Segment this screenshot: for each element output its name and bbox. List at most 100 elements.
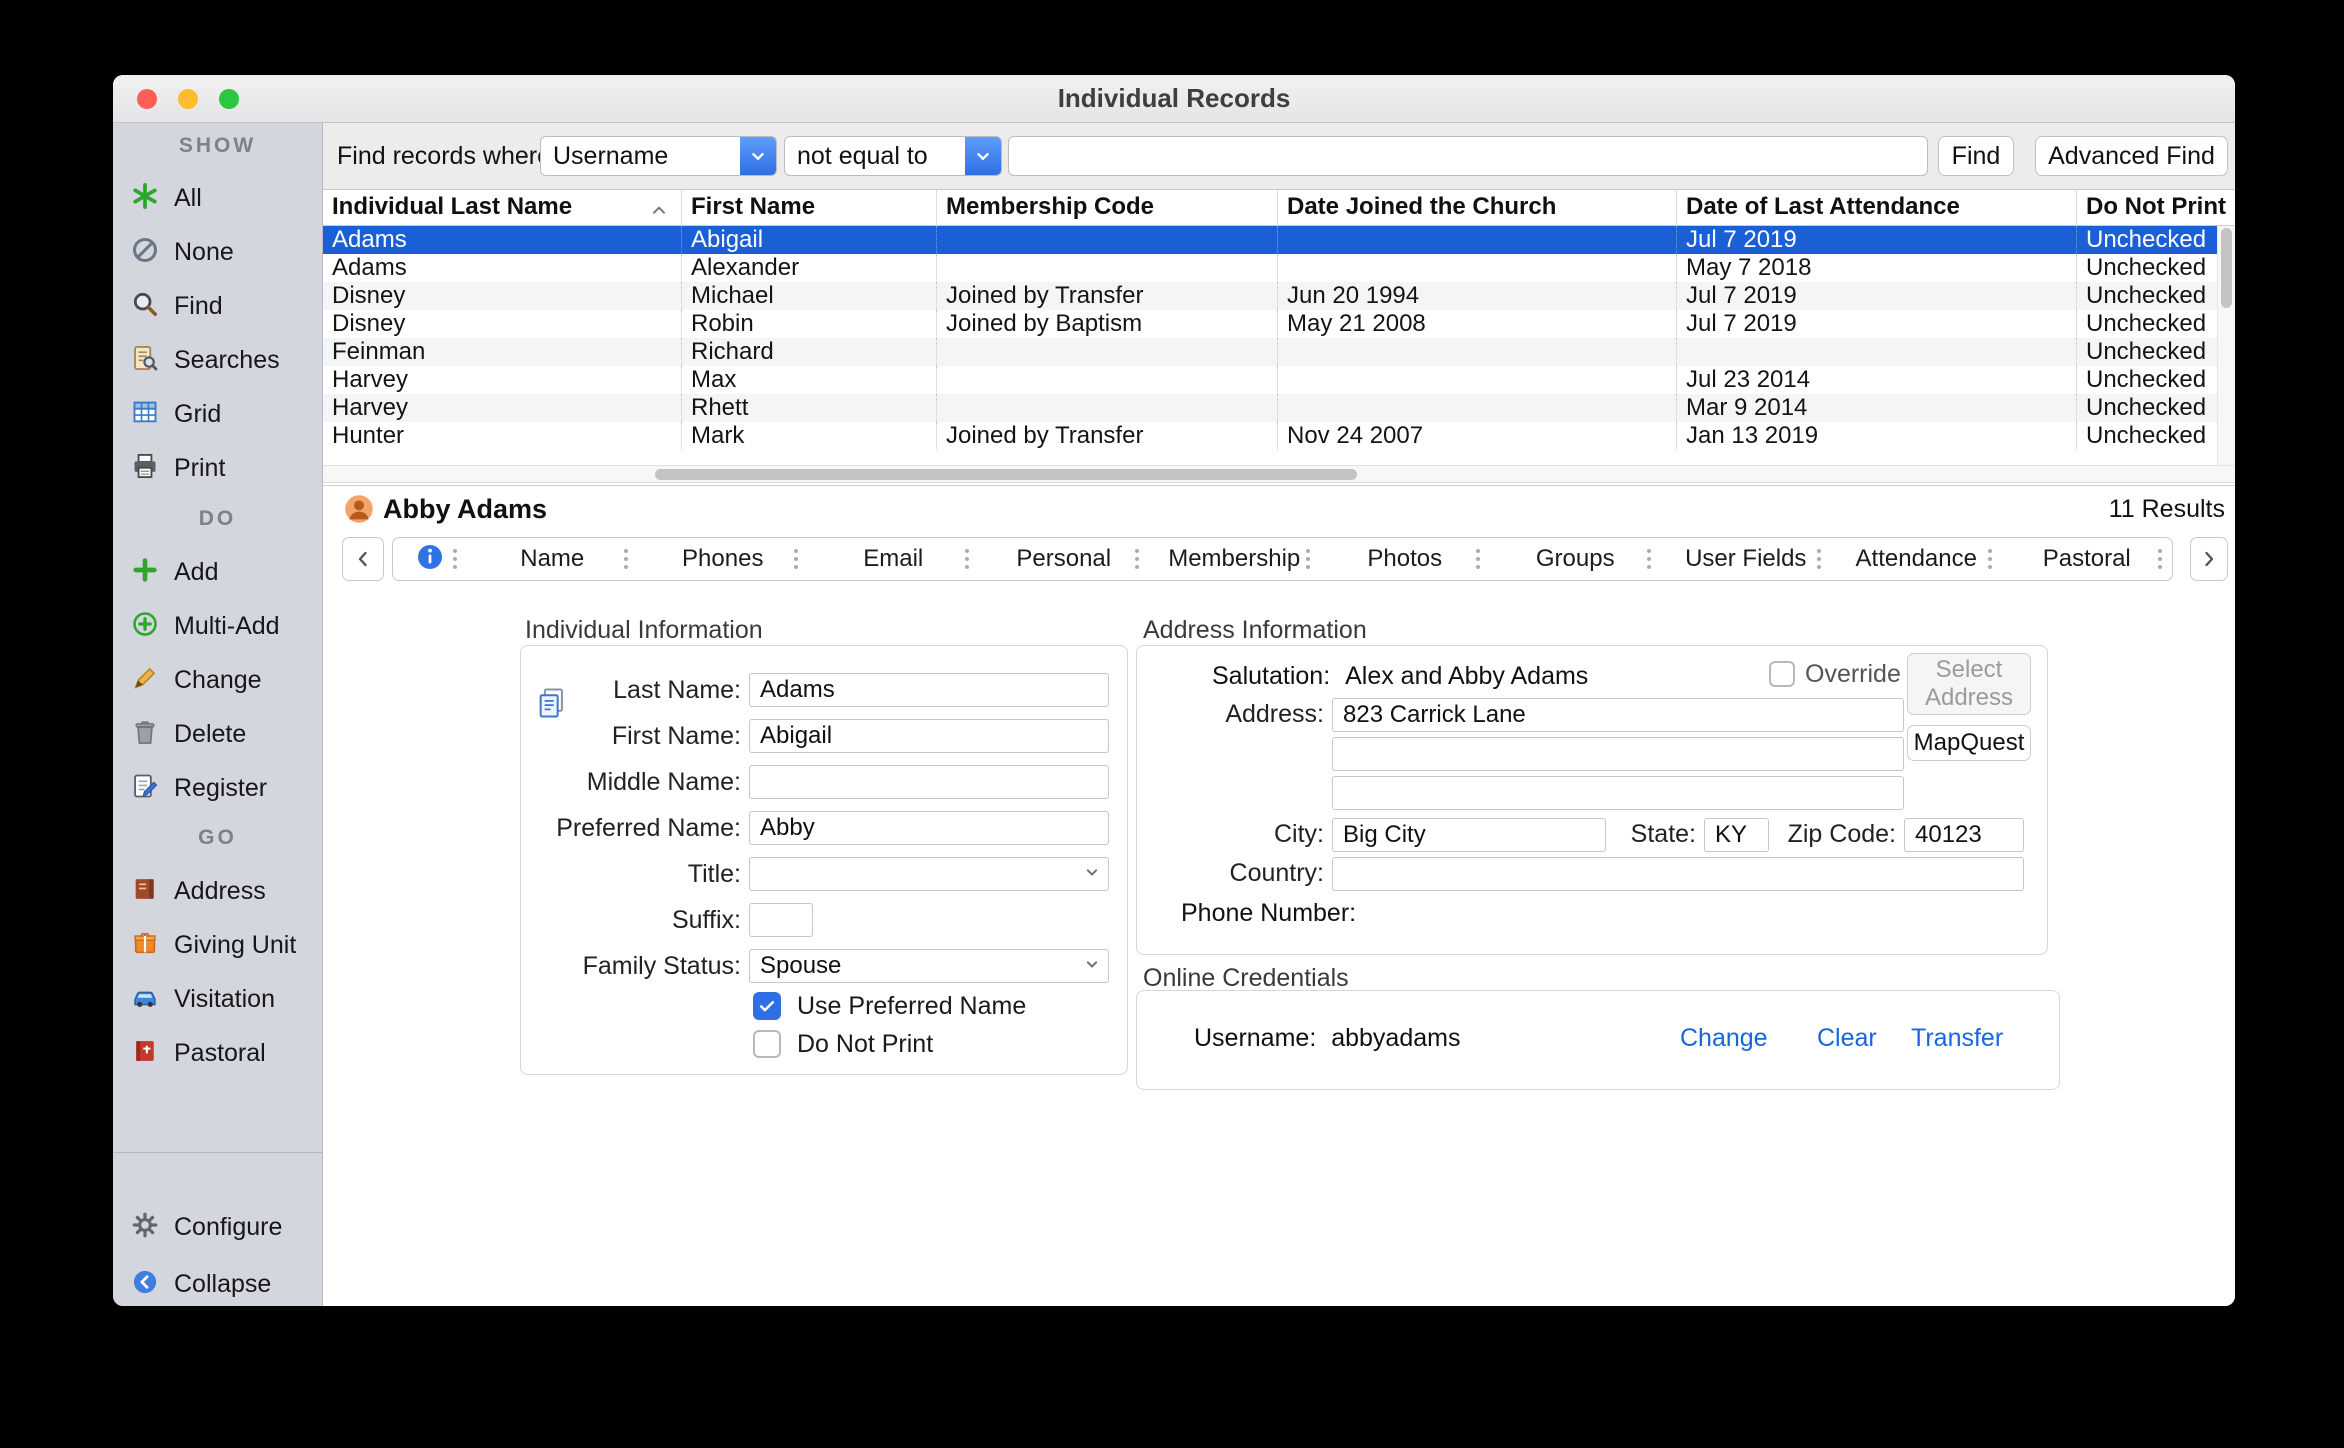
tab-user-fields[interactable]: User Fields bbox=[1661, 538, 1832, 580]
sidebar-item-collapse[interactable]: Collapse bbox=[113, 1262, 322, 1306]
transfer-credentials-link[interactable]: Transfer bbox=[1911, 1023, 2003, 1053]
record-info-button[interactable] bbox=[393, 538, 467, 580]
sidebar-item-print[interactable]: Print bbox=[113, 446, 322, 490]
sidebar-item-giving-unit[interactable]: Giving Unit bbox=[113, 923, 322, 967]
table-cell: Jul 7 2019 bbox=[1677, 226, 2077, 254]
grid-icon bbox=[131, 398, 159, 431]
horizontal-scrollbar-thumb[interactable] bbox=[655, 469, 1357, 480]
last-name-input[interactable] bbox=[749, 673, 1109, 707]
table-row-selected[interactable]: Adams Abigail Jul 7 2019 Unchecked bbox=[323, 226, 2217, 254]
preferred-name-input[interactable] bbox=[749, 811, 1109, 845]
sidebar-item-visitation[interactable]: Visitation bbox=[113, 977, 322, 1021]
sidebar-item-configure[interactable]: Configure bbox=[113, 1205, 322, 1249]
sidebar-divider bbox=[113, 1152, 322, 1153]
sidebar-item-searches[interactable]: Searches bbox=[113, 338, 322, 382]
address-line1-input[interactable] bbox=[1332, 698, 1904, 732]
sidebar-item-pastoral[interactable]: Pastoral bbox=[113, 1031, 322, 1075]
vertical-scrollbar[interactable] bbox=[2217, 226, 2235, 465]
zip-code-label: Zip Code: bbox=[1782, 817, 1896, 851]
tab-membership[interactable]: Membership bbox=[1149, 538, 1320, 580]
table-cell: Nov 24 2007 bbox=[1278, 422, 1677, 450]
table-row[interactable]: Hunter Mark Joined by Transfer Nov 24 20… bbox=[323, 422, 2217, 450]
tab-phones[interactable]: Phones bbox=[638, 538, 809, 580]
find-query-input[interactable] bbox=[1008, 136, 1928, 176]
column-header-last-attendance[interactable]: Date of Last Attendance bbox=[1677, 190, 2077, 225]
country-input[interactable] bbox=[1332, 857, 2024, 891]
first-name-input[interactable] bbox=[749, 719, 1109, 753]
zip-code-input[interactable] bbox=[1904, 818, 2024, 852]
find-prompt: Find records where bbox=[337, 123, 551, 189]
select-address-button[interactable]: Select Address bbox=[1907, 653, 2031, 715]
tab-personal[interactable]: Personal bbox=[979, 538, 1150, 580]
title-dropdown[interactable] bbox=[749, 857, 1109, 891]
column-header-date-joined[interactable]: Date Joined the Church bbox=[1278, 190, 1677, 225]
family-status-dropdown[interactable]: Spouse bbox=[749, 949, 1109, 983]
do-not-print-label: Do Not Print bbox=[797, 1029, 933, 1059]
clear-credentials-link[interactable]: Clear bbox=[1817, 1023, 1877, 1053]
close-button[interactable] bbox=[137, 89, 157, 109]
tab-pastoral[interactable]: Pastoral bbox=[2002, 538, 2173, 580]
sidebar-item-multi-add[interactable]: Multi-Add bbox=[113, 604, 322, 648]
do-not-print-checkbox[interactable] bbox=[753, 1030, 781, 1058]
override-label: Override bbox=[1805, 659, 1901, 689]
table-row[interactable]: Harvey Rhett Mar 9 2014 Unchecked bbox=[323, 394, 2217, 422]
sidebar-item-delete[interactable]: Delete bbox=[113, 712, 322, 756]
tabs-scroll-left-button[interactable] bbox=[342, 537, 384, 581]
override-checkbox[interactable] bbox=[1769, 661, 1795, 687]
table-cell bbox=[1278, 394, 1677, 422]
sidebar-item-change[interactable]: Change bbox=[113, 658, 322, 702]
tab-strip: Name Phones Email Personal Membership Ph… bbox=[392, 537, 2173, 581]
sidebar-item-label: Register bbox=[174, 774, 267, 803]
vertical-scrollbar-thumb[interactable] bbox=[2221, 228, 2232, 308]
sidebar-item-none[interactable]: None bbox=[113, 230, 322, 274]
minimize-button[interactable] bbox=[178, 89, 198, 109]
use-preferred-name-checkbox[interactable] bbox=[753, 992, 781, 1020]
table-row[interactable]: Feinman Richard Unchecked bbox=[323, 338, 2217, 366]
zoom-button[interactable] bbox=[219, 89, 239, 109]
column-header-last-name[interactable]: Individual Last Name bbox=[323, 190, 682, 225]
find-field-dropdown[interactable]: Username bbox=[540, 136, 777, 176]
salutation-value: Alex and Abby Adams bbox=[1345, 662, 1588, 690]
find-operator-dropdown[interactable]: not equal to bbox=[784, 136, 1002, 176]
sidebar: SHOW All None Find Searches Grid Print D… bbox=[113, 123, 323, 1306]
table-cell bbox=[1278, 338, 1677, 366]
table-row[interactable]: Disney Robin Joined by Baptism May 21 20… bbox=[323, 310, 2217, 338]
address-line3-input[interactable] bbox=[1332, 776, 1904, 810]
sidebar-item-register[interactable]: Register bbox=[113, 766, 322, 810]
add-plus-icon bbox=[131, 556, 159, 589]
selected-person-name: Abby Adams bbox=[383, 486, 547, 532]
drag-handle-icon bbox=[1476, 557, 1480, 561]
state-input[interactable] bbox=[1704, 818, 1769, 852]
horizontal-scrollbar[interactable] bbox=[323, 465, 2235, 483]
middle-name-input[interactable] bbox=[749, 765, 1109, 799]
table-cell: May 21 2008 bbox=[1278, 310, 1677, 338]
column-header-membership-code[interactable]: Membership Code bbox=[937, 190, 1278, 225]
suffix-input[interactable] bbox=[749, 903, 813, 937]
city-input[interactable] bbox=[1332, 818, 1606, 852]
country-label: Country: bbox=[1177, 856, 1324, 890]
address-line2-input[interactable] bbox=[1332, 737, 1904, 771]
tab-name[interactable]: Name bbox=[467, 538, 638, 580]
tab-groups[interactable]: Groups bbox=[1490, 538, 1661, 580]
change-credentials-link[interactable]: Change bbox=[1680, 1023, 1768, 1053]
table-row[interactable]: Adams Alexander May 7 2018 Unchecked bbox=[323, 254, 2217, 282]
advanced-find-button[interactable]: Advanced Find bbox=[2035, 136, 2228, 176]
table-row[interactable]: Harvey Max Jul 23 2014 Unchecked bbox=[323, 366, 2217, 394]
sidebar-item-find[interactable]: Find bbox=[113, 284, 322, 328]
mapquest-button[interactable]: MapQuest bbox=[1907, 725, 2031, 761]
sidebar-item-add[interactable]: Add bbox=[113, 550, 322, 594]
table-cell: Richard bbox=[682, 338, 937, 366]
find-button[interactable]: Find bbox=[1938, 136, 2014, 176]
sidebar-item-grid[interactable]: Grid bbox=[113, 392, 322, 436]
tab-attendance[interactable]: Attendance bbox=[1831, 538, 2002, 580]
sidebar-item-all[interactable]: All bbox=[113, 176, 322, 220]
tab-photos[interactable]: Photos bbox=[1320, 538, 1491, 580]
table-row[interactable]: Disney Michael Joined by Transfer Jun 20… bbox=[323, 282, 2217, 310]
family-status-label: Family Status: bbox=[521, 948, 741, 984]
window-titlebar[interactable]: Individual Records bbox=[113, 75, 2235, 123]
tabs-scroll-right-button[interactable] bbox=[2190, 537, 2228, 581]
column-header-first-name[interactable]: First Name bbox=[682, 190, 937, 225]
tab-email[interactable]: Email bbox=[808, 538, 979, 580]
sidebar-item-address[interactable]: Address bbox=[113, 869, 322, 913]
column-header-do-not-print[interactable]: Do Not Print bbox=[2077, 190, 2235, 225]
